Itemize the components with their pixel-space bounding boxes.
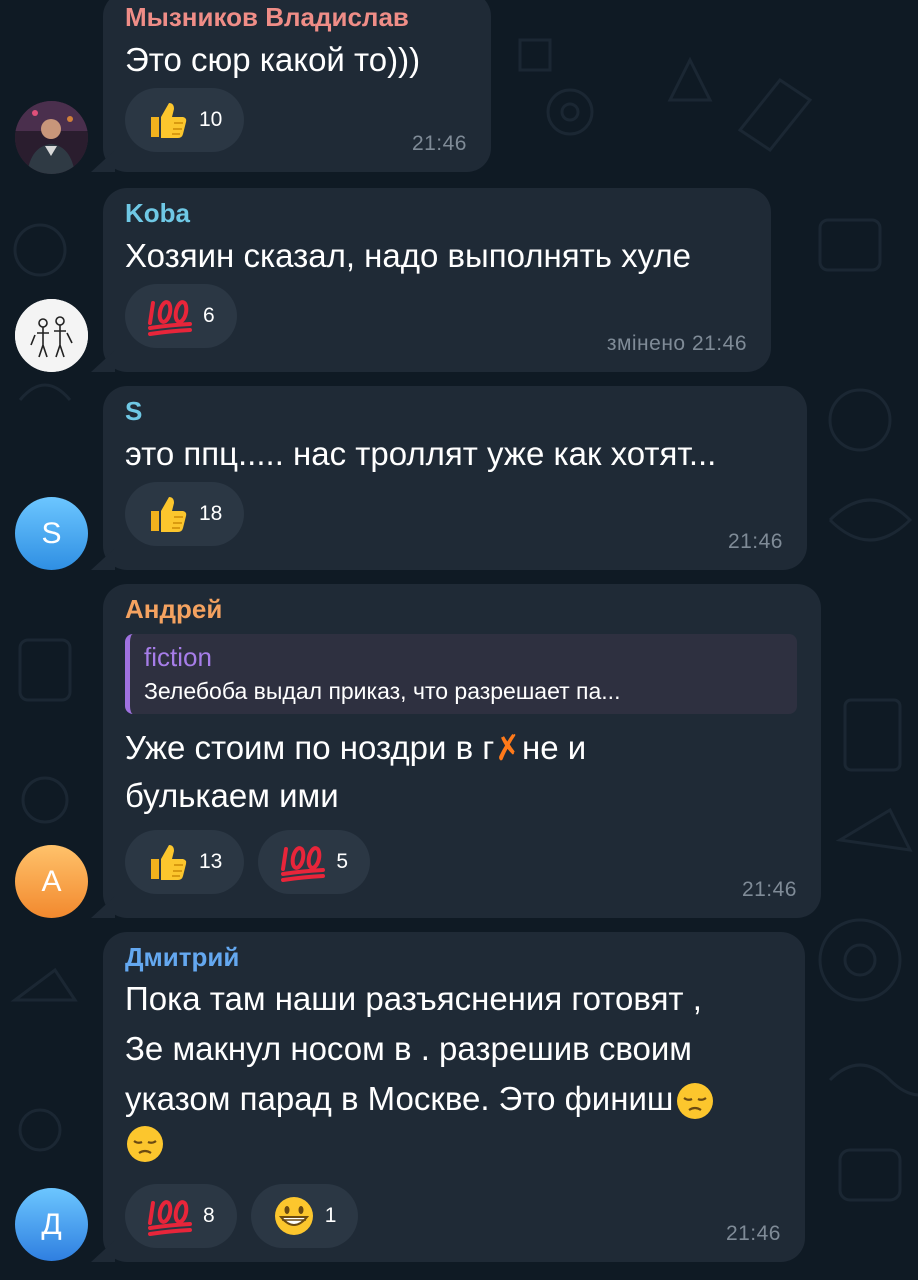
reaction-thumbs-up[interactable]: 13	[125, 830, 245, 894]
grinning-face-icon	[273, 1195, 315, 1237]
avatar[interactable]: Д	[15, 1188, 88, 1261]
reaction-grinning-face[interactable]: 1	[250, 1184, 359, 1248]
message-bubble[interactable]: Мызников Владислав Это сюр какой то))) 1…	[103, 0, 491, 172]
message-author[interactable]: S	[125, 394, 783, 428]
message-text-line-1: Уже стоим по ноздри в г	[125, 729, 495, 766]
message-text-line-2: булькаем ими	[125, 777, 339, 814]
reaction-count: 5	[336, 850, 349, 873]
avatar-initial: Д	[41, 1207, 62, 1241]
avatar-initial: А	[41, 864, 62, 898]
reaction-hundred-points[interactable]: 8	[125, 1184, 237, 1248]
reply-text: Зелебоба выдал приказ, что разрешает па.…	[144, 678, 621, 704]
message-text-line-2: Зе макнул носом в . разрешив своим	[125, 1030, 692, 1067]
message-text-line-4	[125, 1124, 781, 1178]
message-author[interactable]: Андрей	[125, 592, 797, 626]
hundred-points-icon	[280, 841, 326, 883]
message-text: Пока там наши разъяснения готовят , Зе м…	[125, 974, 781, 1178]
message-text: Уже стоим по ноздри в г✗не и булькаем им…	[125, 724, 797, 820]
message-bubble[interactable]: S это ппц..... нас троллят уже как хотят…	[103, 386, 807, 570]
reaction-count: 8	[203, 1204, 215, 1227]
reactions: 8 1	[125, 1184, 781, 1248]
reaction-hundred-points[interactable]: 6	[125, 284, 237, 348]
sketch-soldiers-icon	[15, 299, 88, 372]
reaction-thumbs-up[interactable]: 10	[125, 88, 245, 152]
message-bubble[interactable]: Koba Хозяин сказал, надо выполнять хуле …	[103, 188, 771, 372]
person-photo-icon	[15, 101, 88, 174]
reaction-count: 6	[203, 304, 215, 327]
reply-author: fiction	[144, 642, 212, 672]
message-text: это ппц..... нас троллят уже как хотят..…	[125, 435, 717, 472]
reaction-count: 1	[324, 1204, 337, 1227]
reactions: 13 5	[125, 830, 797, 894]
avatar[interactable]	[15, 299, 88, 372]
message-time: 21:46	[725, 1222, 781, 1245]
message-bubble[interactable]: Андрей fiction Зелебоба выдал приказ, чт…	[103, 584, 821, 918]
message-time: 21:46	[411, 132, 467, 155]
message-bubble[interactable]: Дмитрий Пока там наши разъяснения готовя…	[103, 932, 805, 1262]
message-text-line-1b: не и	[521, 729, 587, 766]
reaction-count: 13	[199, 850, 223, 873]
message-text: Это сюр какой то)))	[125, 41, 421, 78]
reaction-hundred-points[interactable]: 5	[258, 830, 371, 894]
thumbs-up-icon	[147, 493, 189, 535]
avatar[interactable]: А	[15, 845, 88, 918]
pensive-face-icon	[125, 1124, 165, 1164]
reactions: 18	[125, 482, 783, 546]
reaction-count: 18	[199, 502, 223, 525]
hundred-points-icon	[147, 295, 193, 337]
message-text-line-3-text: указом парад в Москве. Это финиш	[125, 1080, 674, 1117]
avatar-initial: S	[41, 516, 62, 550]
message-text-line-3: указом парад в Москве. Это финиш	[125, 1074, 781, 1124]
reply-quote[interactable]: fiction Зелебоба выдал приказ, что разре…	[125, 634, 797, 714]
avatar[interactable]: S	[15, 497, 88, 570]
thumbs-up-icon	[147, 841, 189, 883]
message-text: Хозяин сказал, надо выполнять хуле	[125, 237, 691, 274]
pensive-face-icon	[675, 1081, 715, 1121]
message-text-line-1: Пока там наши разъяснения готовят ,	[125, 980, 702, 1017]
hundred-points-icon	[147, 1195, 193, 1237]
message-author[interactable]: Koba	[125, 196, 747, 230]
message-author[interactable]: Мызников Владислав	[125, 0, 467, 34]
message-author[interactable]: Дмитрий	[125, 940, 781, 974]
censor-mark-icon: ✗	[491, 727, 525, 768]
message-time: змінено 21:46	[606, 332, 747, 355]
message-time: 21:46	[727, 530, 783, 553]
message-time: 21:46	[741, 878, 797, 901]
avatar[interactable]	[15, 101, 88, 174]
reaction-thumbs-up[interactable]: 18	[125, 482, 245, 546]
thumbs-up-icon	[147, 99, 189, 141]
reaction-count: 10	[199, 108, 223, 131]
